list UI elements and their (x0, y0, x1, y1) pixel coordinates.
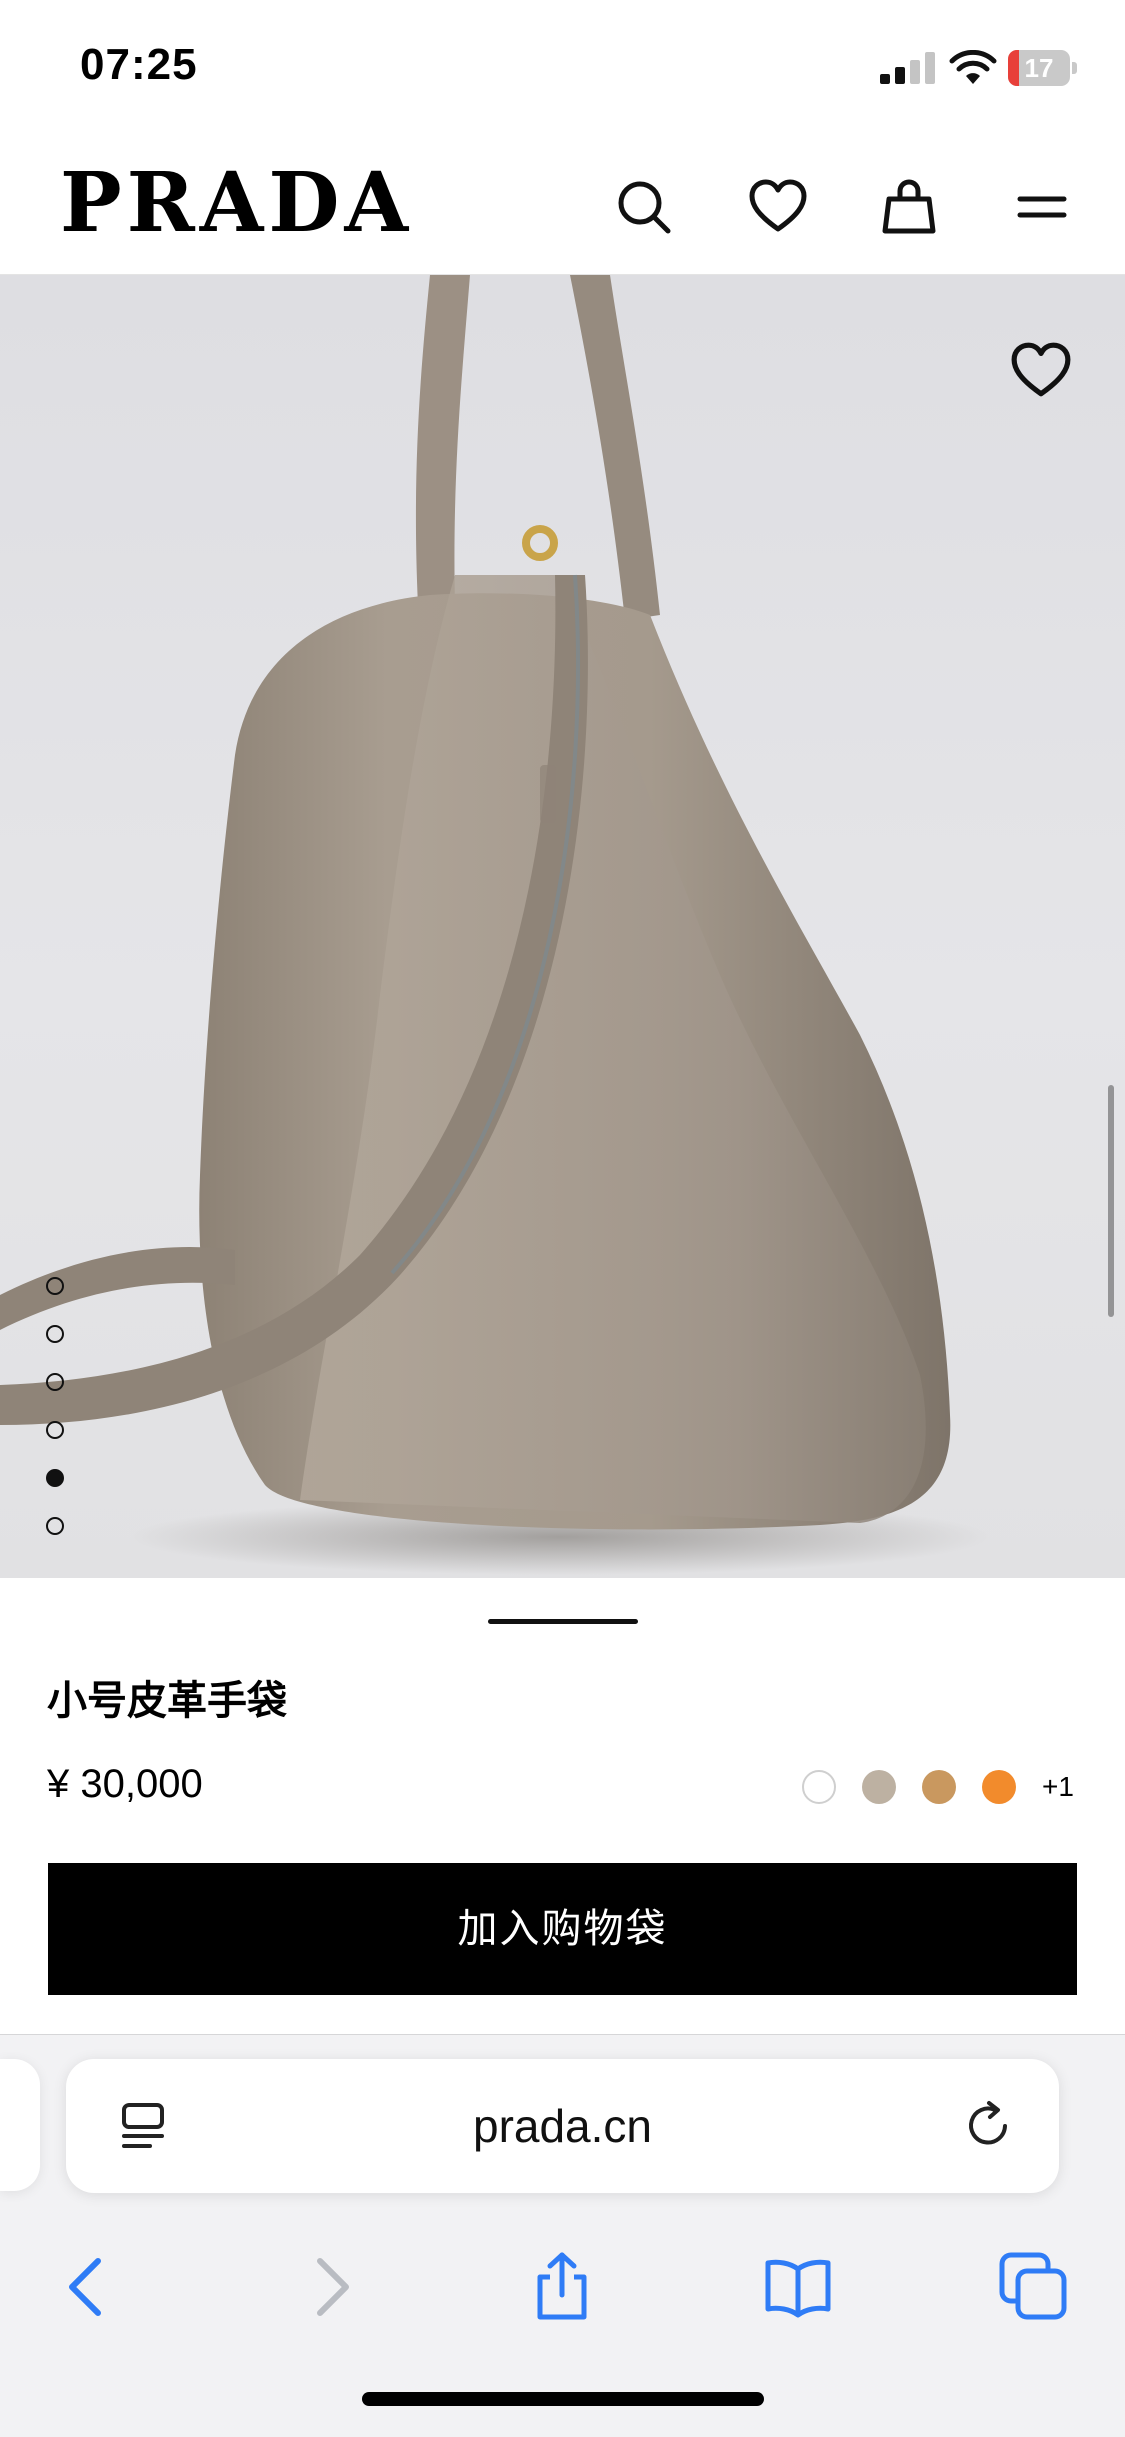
reload-icon[interactable] (961, 2099, 1015, 2153)
product-price: ¥ 30,000 (47, 1762, 203, 1806)
tabs-icon[interactable] (998, 2251, 1070, 2323)
menu-icon[interactable] (1012, 177, 1072, 237)
scroll-indicator[interactable] (1108, 1085, 1114, 1317)
color-swatch-orange[interactable] (982, 1770, 1016, 1804)
address-url[interactable]: prada.cn (66, 2059, 1059, 2193)
prada-logo[interactable]: PRADA (60, 162, 413, 244)
carousel-dot[interactable] (46, 1277, 64, 1295)
color-swatch-caramel[interactable] (922, 1770, 956, 1804)
safari-bottom-toolbar (0, 2231, 1125, 2351)
heart-outline-icon[interactable] (1010, 340, 1072, 402)
more-colors-count[interactable]: +1 (1042, 1770, 1074, 1804)
heart-icon[interactable] (748, 177, 808, 237)
browser-toolbar: prada.cn (0, 2034, 1125, 2437)
share-icon[interactable] (526, 2251, 598, 2323)
carousel-dots (46, 1277, 68, 1565)
search-icon[interactable] (614, 177, 674, 237)
carousel-dot[interactable] (46, 1469, 64, 1487)
previous-tab-peek[interactable] (0, 2059, 40, 2191)
carousel-dot[interactable] (46, 1517, 64, 1535)
status-time: 07:25 (80, 40, 198, 89)
carousel-dot[interactable] (46, 1325, 64, 1343)
leather-handbag-image (0, 275, 990, 1575)
product-name: 小号皮革手袋 (47, 1679, 287, 1723)
home-indicator[interactable] (362, 2392, 764, 2406)
cellular-signal-icon (880, 52, 935, 84)
carousel-dot[interactable] (46, 1373, 64, 1391)
carousel-dot[interactable] (46, 1421, 64, 1439)
battery-percent: 17 (1024, 53, 1054, 83)
add-to-bag-button[interactable]: 加入购物袋 (48, 1863, 1077, 1995)
bookmarks-icon[interactable] (762, 2251, 834, 2323)
wifi-icon (949, 50, 997, 84)
battery-icon: 17 (1008, 50, 1078, 86)
sheet-drag-handle[interactable] (488, 1619, 638, 1624)
address-bar[interactable]: prada.cn (66, 2059, 1059, 2193)
shopping-bag-icon[interactable] (879, 177, 939, 237)
back-icon[interactable] (52, 2251, 124, 2323)
forward-icon[interactable] (294, 2251, 366, 2323)
product-image[interactable] (0, 275, 1125, 1578)
color-swatch-taupe[interactable] (862, 1770, 896, 1804)
site-header: PRADA (0, 140, 1125, 275)
status-bar: 07:25 17 (0, 0, 1125, 140)
color-swatch-white[interactable] (802, 1770, 836, 1804)
